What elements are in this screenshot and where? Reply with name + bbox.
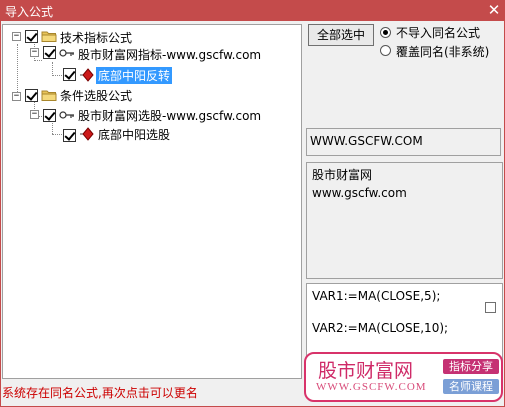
radio-skip-duplicates[interactable] — [380, 27, 391, 38]
collection-checkbox[interactable] — [43, 109, 56, 122]
folder-icon — [41, 90, 57, 101]
close-icon[interactable]: ✕ — [486, 1, 502, 19]
collapse-toggle[interactable]: − — [12, 92, 21, 101]
window-title: 导入公式 — [5, 5, 54, 19]
collection-label[interactable]: 股市财富网选股-www.gscfw.com — [78, 107, 261, 124]
tree-connector — [52, 62, 53, 76]
tree-connector — [34, 60, 42, 61]
group-label[interactable]: 技术指标公式 — [60, 29, 132, 46]
select-all-button[interactable]: 全部选中 — [308, 24, 374, 46]
key-icon — [59, 111, 74, 119]
watermark-site-name: 股市财富网 — [318, 360, 414, 382]
folder-icon — [41, 31, 57, 42]
watermark-logo: 股市财富网 WWW.GSCFW.COM 指标分享 名师课程 — [304, 352, 503, 402]
tree-connector — [52, 75, 62, 76]
formula-label-selected[interactable]: 底部中阳反转 — [96, 67, 173, 84]
formula-checkbox[interactable] — [63, 68, 76, 81]
description-box[interactable]: 股市财富网 www.gscfw.com — [306, 162, 503, 279]
description-line: 股市财富网 — [312, 168, 373, 182]
status-message: 系统存在同名公式,再次点击可以更名 — [2, 386, 198, 400]
key-icon — [59, 49, 74, 57]
group-checkbox[interactable] — [25, 30, 38, 43]
radio-overwrite-label[interactable]: 覆盖同名(非系统) — [396, 43, 489, 60]
formula-source-box: WWW.GSCFW.COM — [306, 128, 501, 156]
group-checkbox[interactable] — [25, 89, 38, 102]
watermark-tag: 指标分享 — [443, 359, 499, 374]
code-line: VAR1:=MA(CLOSE,5); — [312, 289, 441, 303]
scroll-box[interactable] — [485, 302, 496, 313]
tree-connector — [52, 134, 62, 135]
description-line: www.gscfw.com — [312, 186, 407, 200]
collection-checkbox[interactable] — [43, 46, 56, 59]
formula-tree[interactable]: − 技术指标公式 − 股市财富网指标-www.gscfw.com 底部中阳反转 … — [2, 24, 302, 379]
radio-skip-label[interactable]: 不导入同名公式 — [396, 24, 480, 41]
formula-label[interactable]: 底部中阳选股 — [98, 126, 170, 143]
formula-icon — [80, 127, 94, 141]
formula-icon — [80, 68, 94, 82]
watermark-domain: WWW.GSCFW.COM — [316, 381, 427, 393]
group-label[interactable]: 条件选股公式 — [60, 87, 132, 104]
code-line: VAR2:=MA(CLOSE,10); — [312, 321, 449, 335]
collapse-toggle[interactable]: − — [30, 48, 39, 57]
radio-overwrite-duplicates[interactable] — [380, 45, 391, 56]
watermark-tag: 名师课程 — [443, 379, 499, 394]
formula-checkbox[interactable] — [63, 129, 76, 142]
source-text: WWW.GSCFW.COM — [310, 134, 423, 148]
collapse-toggle[interactable]: − — [30, 110, 39, 119]
collection-label[interactable]: 股市财富网指标-www.gscfw.com — [78, 46, 261, 63]
collapse-toggle[interactable]: − — [12, 32, 21, 41]
tree-connector — [17, 44, 18, 96]
title-bar[interactable]: 导入公式 ✕ — [0, 0, 505, 21]
